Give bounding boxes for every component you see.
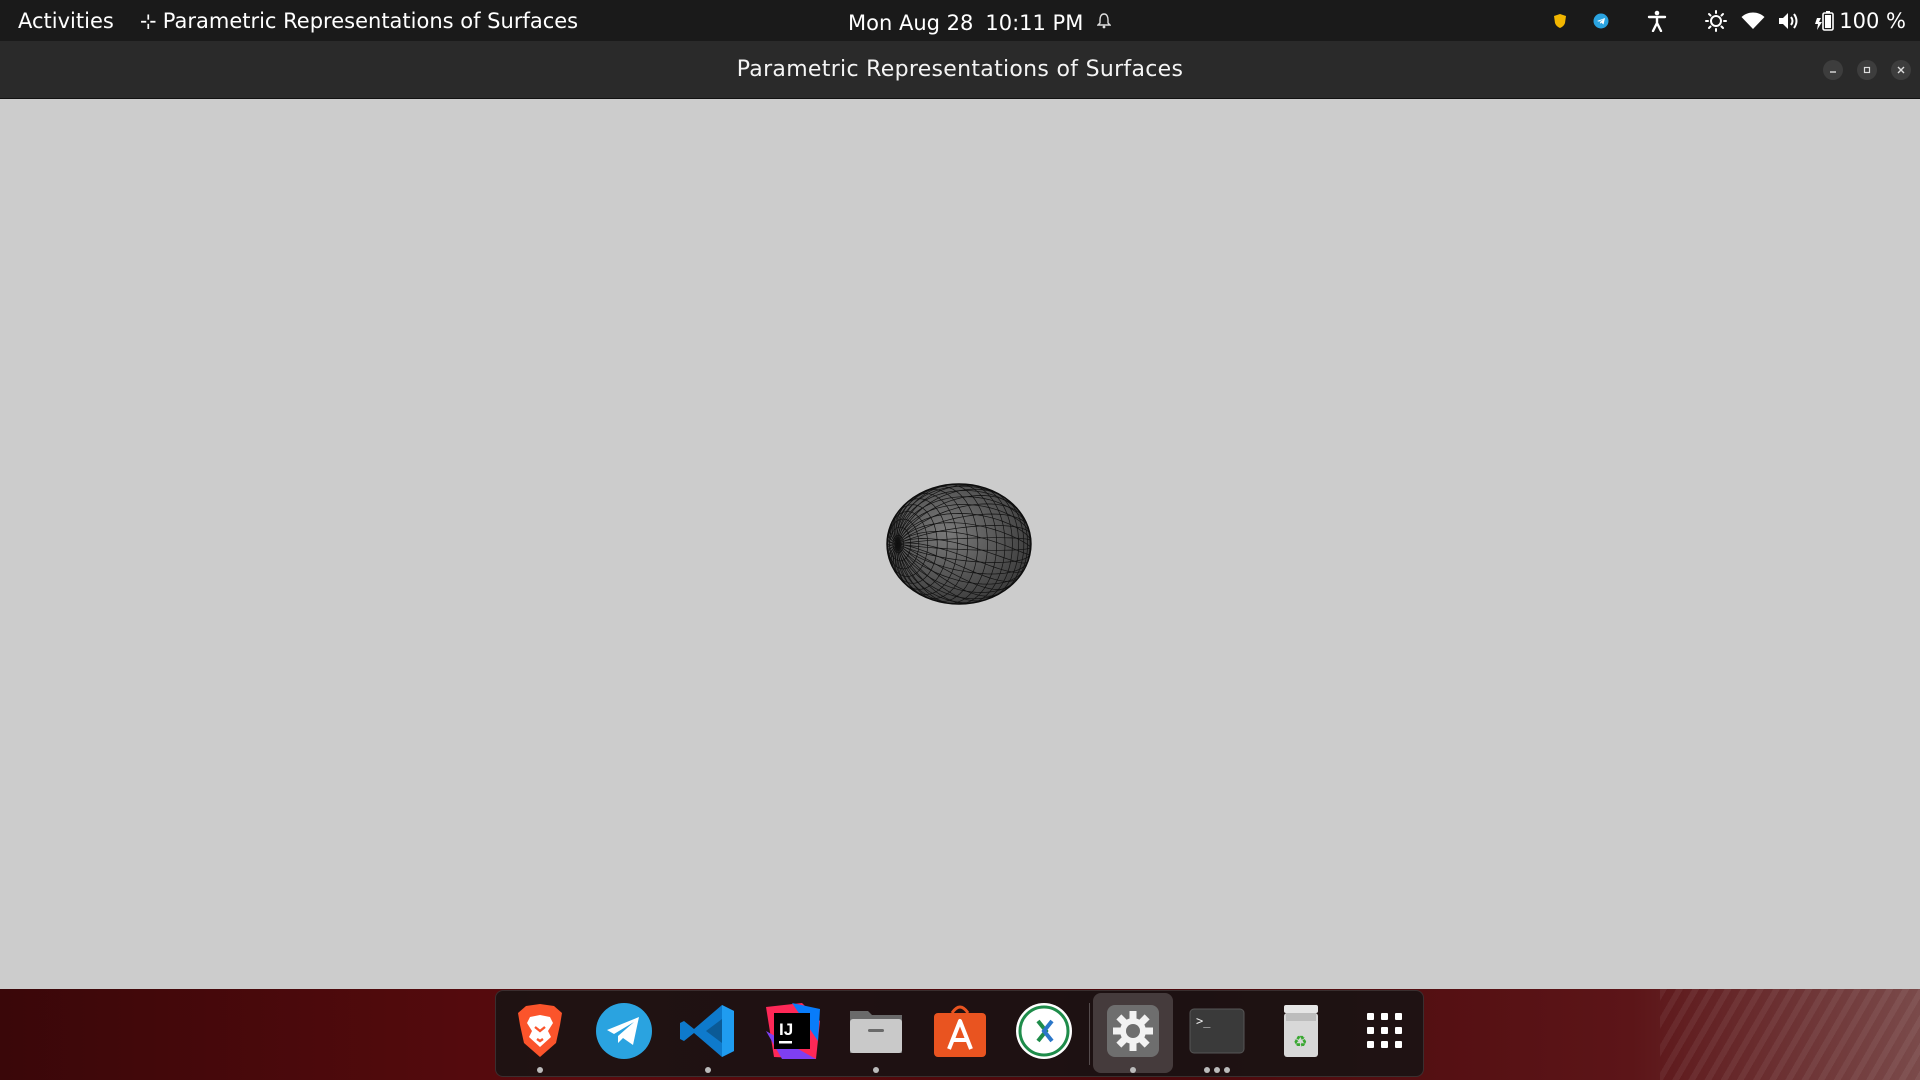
dock-brave-browser[interactable] [500,993,580,1073]
brave-icon [518,1004,562,1057]
close-icon [1897,66,1905,74]
window-title: Parametric Representations of Surfaces [736,57,1184,82]
maximize-button[interactable] [1857,60,1877,80]
app-store-icon [934,1005,986,1057]
dock-trash[interactable]: ♻ [1261,993,1341,1073]
dock-files[interactable] [836,993,916,1073]
wireframe-ellipsoid[interactable] [884,481,1034,607]
dock-remote-desktop[interactable] [1004,993,1084,1073]
close-button[interactable] [1891,60,1911,80]
terminal-prompt: >_ [1196,1014,1211,1028]
brightness-icon[interactable] [1705,9,1728,32]
restore-icon [1863,66,1871,74]
dock-telegram[interactable] [584,993,664,1073]
window-header-bar[interactable]: Parametric Representations of Surfaces [0,41,1920,99]
running-indicator [873,1067,879,1073]
running-indicator [537,1067,543,1073]
terminal-icon: >_ [1189,1008,1245,1054]
intellij-icon: IJ [766,1003,820,1059]
svg-text:♻: ♻ [1293,1032,1307,1051]
dock-app-store[interactable] [920,993,1000,1073]
clock-time: 10:11 PM [985,11,1084,35]
app-menu-icon: ⊹ [140,9,157,33]
accessibility-icon[interactable] [1647,10,1667,32]
dock-terminal[interactable]: >_ [1177,993,1257,1073]
clock[interactable]: Mon Aug 28 10:11 PM [848,11,1113,35]
bell-icon [1096,13,1113,33]
minimize-button[interactable] [1823,60,1843,80]
app-grid-icon [1367,1013,1402,1048]
running-indicator [705,1067,711,1073]
dock-settings[interactable] [1093,993,1173,1073]
system-tray[interactable]: 100 % [1553,0,1906,41]
dock-intellij-idea[interactable]: IJ [752,993,832,1073]
settings-icon [1107,1005,1159,1057]
shield-icon[interactable] [1553,13,1567,29]
running-indicator [1224,1067,1230,1073]
battery-percent: 100 % [1839,8,1906,33]
activities-button[interactable]: Activities [18,9,114,33]
top-bar: Activities ⊹ Parametric Representations … [0,0,1920,41]
volume-icon[interactable] [1777,11,1801,31]
minimize-icon [1830,71,1836,73]
remote-desktop-icon [1016,1003,1072,1059]
dock-separator [1089,1003,1090,1065]
telegram-icon [596,1003,652,1059]
running-indicator [1204,1067,1210,1073]
running-indicator [1130,1067,1136,1073]
intellij-label: IJ [779,1020,793,1039]
render-canvas[interactable] [0,99,1920,989]
telegram-tray-icon[interactable] [1593,13,1609,29]
dock-show-applications[interactable] [1345,993,1425,1073]
running-indicator [1214,1067,1220,1073]
clock-date: Mon Aug 28 [848,11,974,35]
dock-visual-studio-code[interactable] [668,993,748,1073]
app-menu-label: Parametric Representations of Surfaces [162,9,579,33]
battery-icon[interactable] [1813,10,1835,32]
app-menu[interactable]: ⊹ Parametric Representations of Surfaces [140,9,578,33]
folder-icon [850,1011,902,1053]
wifi-icon[interactable] [1741,12,1765,30]
vscode-icon [680,1005,734,1057]
trash-icon: ♻ [1284,1005,1318,1057]
dock: IJ >_ ♻ [495,990,1424,1077]
